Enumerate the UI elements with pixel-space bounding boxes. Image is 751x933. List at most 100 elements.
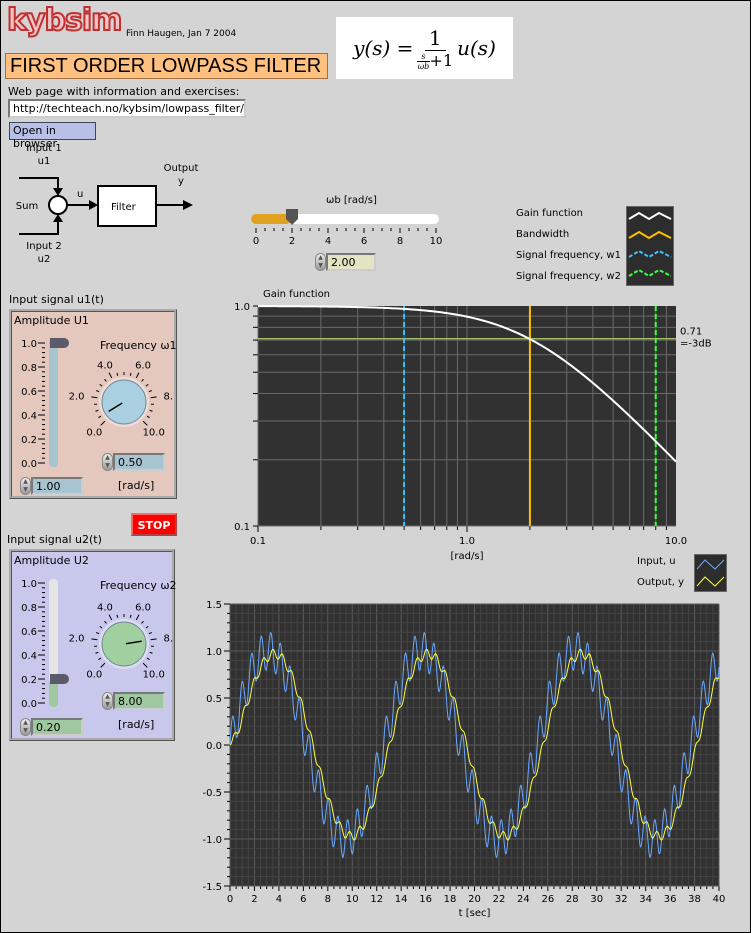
knob-tick-label: 2.0 — [69, 633, 85, 644]
frequency-numeric[interactable]: ▲ ▼ 8.00 — [102, 692, 165, 710]
knob-tick-label: 4.0 — [97, 361, 113, 372]
input2-label: Input 2 — [26, 241, 61, 252]
x-tick-label: 2 — [251, 894, 257, 905]
slider-tick-label: 0.2 — [21, 675, 37, 686]
x-tick-label: 28 — [566, 894, 579, 905]
frequency-value[interactable]: 8.00 — [113, 692, 165, 710]
hline-label: 0.71 — [680, 327, 702, 338]
slider-tick-label: 4 — [325, 236, 331, 247]
frequency-knob[interactable] — [101, 379, 147, 425]
slider-tick-label: 10 — [430, 236, 443, 247]
slider-tick-label: 8 — [397, 236, 403, 247]
gain-legend-box — [626, 206, 674, 286]
legend-swatch — [696, 559, 725, 570]
frequency-unit: [rad/s] — [118, 479, 155, 492]
slider-tick-label: 0.8 — [21, 603, 37, 614]
x-tick-label: 38 — [688, 894, 701, 905]
x-tick-label: 0 — [227, 894, 233, 905]
legend-swatch — [628, 249, 672, 259]
slider-tick-label: 0.6 — [21, 387, 37, 398]
knob-tick-label: 10.0 — [143, 670, 165, 681]
transfer-function-formula: y(s) = 1 s ωb +1 u(s) — [336, 17, 513, 79]
time-chart: 1.51.00.50.0-0.5-1.0-1.50 2 4 6 8 10 12 14 16 18 2… — [202, 600, 726, 919]
legend-swatch — [628, 211, 672, 221]
y-tick-label: -1.0 — [202, 835, 222, 846]
legend-swatch — [628, 268, 672, 278]
open-in-browser-button[interactable]: Open in browser — [9, 122, 96, 150]
web-label: Web page with information and exercises: — [8, 85, 240, 98]
frequency-knob[interactable] — [101, 621, 147, 667]
input1-label: Input 1 — [26, 143, 61, 154]
bandwidth-slider[interactable]: 0 2 4 6 8 10 — [246, 206, 446, 251]
y-tick-label: 0.0 — [206, 741, 222, 752]
frequency-numeric[interactable]: ▲ ▼ 0.50 — [102, 453, 165, 471]
formula-rhs: u(s) — [457, 36, 496, 60]
slider-tick-label: 0.8 — [21, 363, 37, 374]
u-label: u — [77, 189, 83, 200]
x-tick-label: 24 — [517, 894, 530, 905]
slider-tick-label: 0.0 — [21, 459, 37, 470]
sum-label: Sum — [16, 201, 38, 212]
x-axis-label: [rad/s] — [451, 551, 484, 561]
amplitude-value[interactable]: 1.00 — [31, 477, 83, 495]
u2-section-label: Input signal u2(t) — [7, 533, 102, 546]
slider-fill — [251, 214, 292, 224]
knob-tick-label: 0.0 — [86, 670, 102, 681]
spinner-icon[interactable]: ▲ ▼ — [102, 453, 113, 471]
bandwidth-numeric[interactable]: ▲ ▼ 2.00 — [315, 253, 376, 271]
x-tick-label: 12 — [370, 894, 383, 905]
knob-tick-label: 8.0 — [164, 391, 172, 402]
page-title: FIRST ORDER LOWPASS FILTER — [5, 53, 328, 79]
spinner-icon[interactable]: ▲ ▼ — [20, 718, 31, 736]
formula-fraction: 1 s ωb +1 — [417, 26, 453, 71]
knob-tick-label: 0.0 — [86, 428, 102, 439]
x-tick-label: 16 — [419, 894, 432, 905]
knob-tick-label: 10.0 — [143, 428, 165, 439]
x-tick-label: 14 — [395, 894, 408, 905]
gain-chart: 1.0 0.10.1 1.0 10.0 [rad/s] 0.71=-3dB — [234, 302, 712, 561]
slider-tick-label: 6 — [361, 236, 367, 247]
frequency-value[interactable]: 0.50 — [113, 453, 165, 471]
x-tick-label: 30 — [590, 894, 603, 905]
slider-tick-label: 1.0 — [21, 579, 37, 590]
slider-tick-label: 2 — [289, 236, 295, 247]
amplitude-numeric[interactable]: ▲ ▼ 0.20 — [20, 718, 83, 736]
x-tick-label: 8 — [325, 894, 331, 905]
y-tick-label: -1.5 — [202, 882, 222, 893]
formula-lhs: y(s) = — [353, 36, 414, 60]
slider-tick-label: 0 — [253, 236, 259, 247]
hline-label: =-3dB — [680, 339, 712, 350]
slider-tick-label: 0.0 — [21, 699, 37, 710]
knob-tick-label: 2.0 — [69, 391, 85, 402]
knob-tick-label: 8.0 — [164, 633, 172, 644]
amplitude-numeric[interactable]: ▲ ▼ 1.00 — [20, 477, 83, 495]
spinner-icon[interactable]: ▲ ▼ — [102, 692, 113, 710]
y-tick-label: 0.5 — [206, 694, 222, 705]
u1-section-label: Input signal u1(t) — [9, 293, 104, 306]
legend-item: Output, y — [637, 577, 685, 588]
author-label: Finn Haugen, Jan 7 2004 — [126, 29, 237, 39]
x-axis-label: t [sec] — [459, 908, 491, 919]
amplitude-slider-thumb[interactable] — [50, 338, 69, 348]
x-tick-label: 18 — [444, 894, 457, 905]
slider-tick-label: 1.0 — [21, 339, 37, 350]
amplitude-slider-thumb[interactable] — [50, 674, 69, 684]
legend-swatch — [628, 230, 672, 240]
x-tick-label: 22 — [493, 894, 506, 905]
x-tick-label: 40 — [713, 894, 726, 905]
x-tick-label: 26 — [541, 894, 554, 905]
slider-tick-label: 0.2 — [21, 435, 37, 446]
legend-item: Bandwidth — [516, 229, 570, 240]
amplitude-value[interactable]: 0.20 — [31, 718, 83, 736]
sum-junction — [48, 195, 68, 215]
stop-button[interactable]: STOP — [131, 513, 177, 536]
bandwidth-value[interactable]: 2.00 — [326, 253, 376, 271]
x-tick-label: 20 — [468, 894, 481, 905]
url-field[interactable]: http://techteach.no/kybsim/lowpass_filte… — [8, 99, 246, 118]
y-tick-label: 0.1 — [234, 522, 250, 533]
spinner-icon[interactable]: ▲ ▼ — [315, 253, 326, 271]
spinner-icon[interactable]: ▲ ▼ — [20, 477, 31, 495]
x-tick-label: 6 — [300, 894, 306, 905]
legend-item: Signal frequency, w1 — [516, 250, 621, 261]
bandwidth-label: ωb [rad/s] — [326, 195, 377, 206]
